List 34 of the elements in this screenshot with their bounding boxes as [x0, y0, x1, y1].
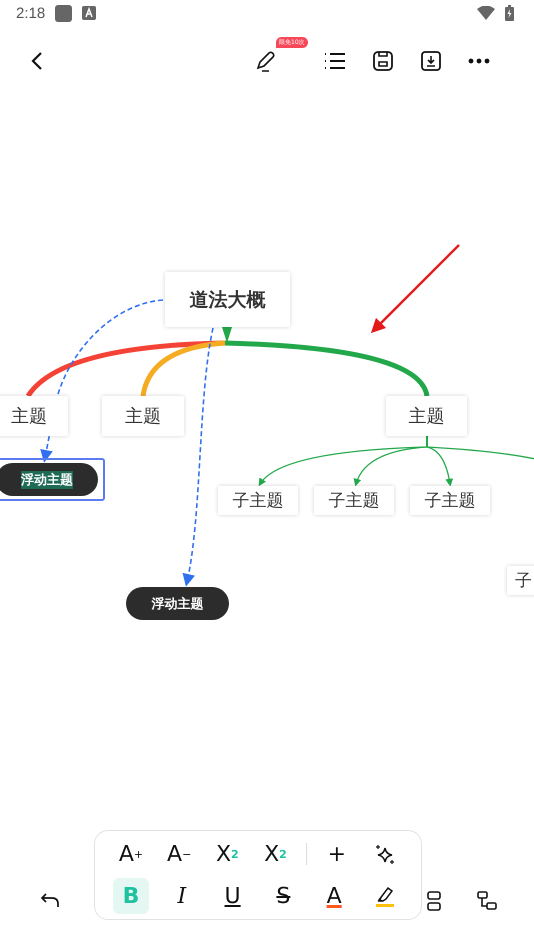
underline-button[interactable]: U — [214, 878, 251, 914]
wifi-icon — [477, 6, 495, 20]
subtopic-node[interactable]: 子主题 — [218, 486, 298, 515]
highlighter-icon — [374, 884, 396, 908]
size-down-button[interactable]: A$^{−}$ — [161, 836, 198, 872]
font-color-button[interactable]: A — [316, 878, 352, 914]
structure-icon — [476, 890, 498, 912]
sparkle-icon — [374, 843, 396, 865]
topic-node[interactable]: 主题 — [386, 396, 467, 436]
more-icon — [468, 58, 490, 64]
topic-node[interactable]: 主题 — [0, 396, 68, 436]
size-up-button[interactable]: A$^{+}$ — [113, 836, 149, 872]
notification-icon — [82, 6, 96, 20]
subtopic-node[interactable]: 子主题 — [314, 486, 394, 515]
italic-button[interactable]: I — [164, 878, 200, 914]
undo-icon — [40, 892, 60, 908]
floating-topic[interactable]: 浮动主题 — [0, 463, 98, 496]
floating-topic[interactable]: 浮动主题 — [126, 587, 229, 620]
root-topic[interactable]: 道法大概 — [165, 272, 290, 327]
root-marker — [222, 327, 232, 343]
layout-icon — [426, 890, 442, 912]
status-time: 2:18 — [16, 4, 46, 22]
download-icon — [420, 50, 442, 72]
add-button[interactable]: + — [318, 836, 355, 872]
battery-icon — [505, 5, 514, 21]
topic-node[interactable]: 主题 — [102, 396, 184, 436]
list-icon — [324, 51, 346, 71]
save-icon — [372, 50, 394, 72]
strike-button[interactable]: S — [265, 878, 302, 914]
superscript-button[interactable]: X$^{2}$ — [257, 836, 294, 872]
subtopic-node[interactable]: 子 — [507, 566, 534, 595]
back-icon — [30, 51, 44, 71]
notification-icon — [55, 4, 72, 22]
subtopic-node[interactable]: 子主题 — [410, 486, 490, 515]
